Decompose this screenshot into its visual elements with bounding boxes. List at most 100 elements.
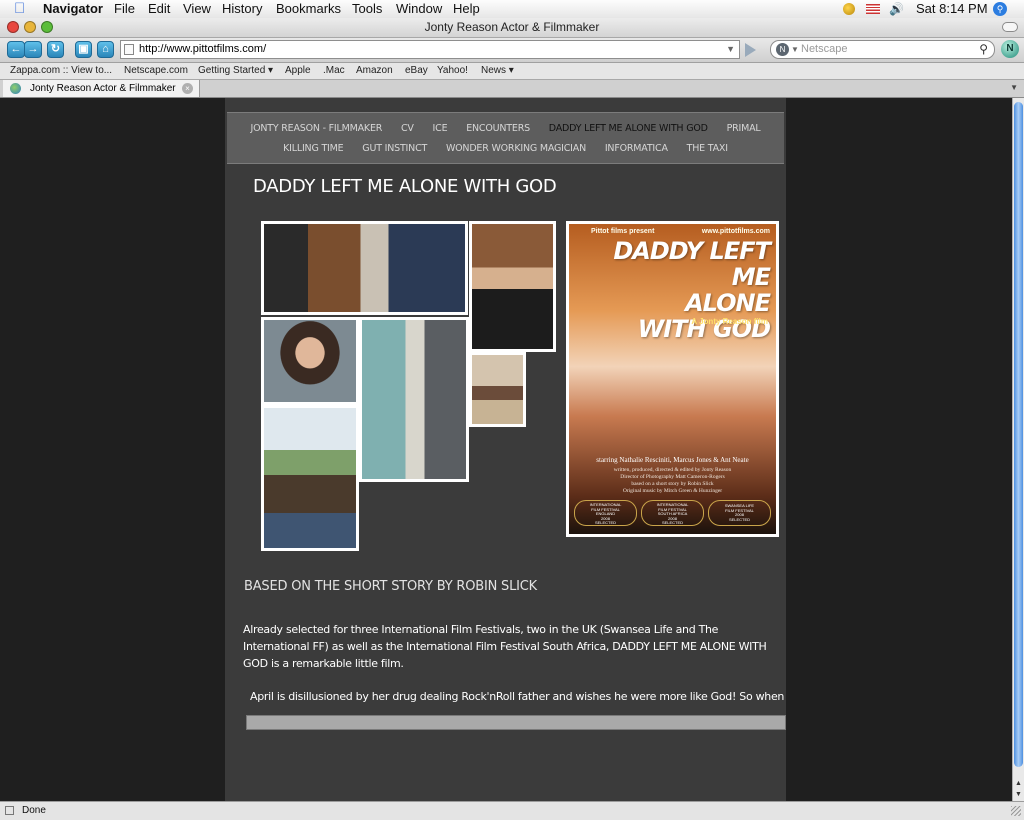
back-icon[interactable]: ← <box>7 41 25 58</box>
poster-title: DADDY LEFT ME ALONE WITH GOD <box>569 237 771 342</box>
search-engine-dropdown-icon[interactable]: ▼ <box>791 41 799 58</box>
poster-credit-line: written, produced, directed & edited by … <box>613 467 732 473</box>
film-poster: Pittot films present www.pittotfilms.com… <box>566 221 779 537</box>
nav-link[interactable]: CV <box>401 123 414 134</box>
nav-link[interactable]: JONTY REASON - FILMMAKER <box>250 123 382 134</box>
festival-laurel: SWANSEA LIFE FILM FESTIVAL 2008 SELECTED <box>708 500 771 526</box>
poster-credit-line: Original music by Mitch Green & Hunzinge… <box>622 488 723 494</box>
reload-icon[interactable]: ↻ <box>47 41 64 58</box>
bookmark-item[interactable]: News ▾ <box>481 63 514 79</box>
tab-bar: Jonty Reason Actor & Filmmaker × ▼ <box>0 80 1024 98</box>
still-photo <box>261 317 359 405</box>
tab-list-icon[interactable]: ▼ <box>1010 83 1018 92</box>
scroll-down-arrow-icon[interactable]: ▼ <box>1015 791 1022 798</box>
poster-url: www.pittotfilms.com <box>701 228 770 235</box>
still-photo <box>261 221 468 315</box>
festival-laurel: INTERNATIONAL FILM FESTIVAL SOUTH AFRICA 20… <box>641 500 704 526</box>
status-bar: Done <box>0 801 1024 820</box>
netscape-throbber-icon[interactable]: N <box>1001 40 1019 58</box>
app-menu[interactable]: Navigator <box>43 0 103 18</box>
scrolling-synopsis: April is disillusioned by her drug deali… <box>250 690 786 703</box>
still-photo <box>261 405 359 551</box>
status-indicator-icon[interactable] <box>843 3 855 15</box>
menu-view[interactable]: View <box>183 0 211 18</box>
nav-link[interactable]: INFORMATICA <box>605 143 668 154</box>
scroll-up-arrow-icon[interactable]: ▲ <box>1015 780 1022 787</box>
site-nav-row: JONTY REASON - FILMMAKER CV ICE ENCOUNTE… <box>227 123 784 134</box>
security-icon[interactable] <box>5 806 14 815</box>
search-engine-icon[interactable]: N <box>776 43 789 56</box>
menu-bookmarks[interactable]: Bookmarks <box>276 0 341 18</box>
nav-link[interactable]: ENCOUNTERS <box>466 123 530 134</box>
bookmark-item[interactable]: Yahoo! <box>437 63 468 79</box>
bookmark-item[interactable]: Zappa.com :: View to... <box>10 63 112 79</box>
url-text: http://www.pittotfilms.com/ <box>139 43 267 55</box>
tab-close-icon[interactable]: × <box>182 83 193 94</box>
search-magnifier-icon[interactable]: ⚲ <box>979 41 988 57</box>
page-title: DADDY LEFT ME ALONE WITH GOD <box>253 176 557 197</box>
nav-link[interactable]: KILLING TIME <box>283 143 344 154</box>
window-titlebar: Jonty Reason Actor & Filmmaker <box>0 18 1024 38</box>
bookmark-item[interactable]: Netscape.com <box>124 63 188 79</box>
search-field[interactable]: N ▼ Netscape ⚲ <box>770 40 995 59</box>
url-bar[interactable]: http://www.pittotfilms.com/ ▼ <box>120 40 740 59</box>
nav-link[interactable]: WONDER WORKING MAGICIAN <box>446 143 586 154</box>
volume-icon[interactable]: 🔊 <box>889 0 904 18</box>
tab-label: Jonty Reason Actor & Filmmaker <box>30 83 176 94</box>
web-content: JONTY REASON - FILMMAKER CV ICE ENCOUNTE… <box>0 98 1012 801</box>
search-placeholder: Netscape <box>801 43 848 55</box>
menu-tools[interactable]: Tools <box>352 0 382 18</box>
poster-title-line: ALONE <box>685 289 771 317</box>
site-nav-row: KILLING TIME GUT INSTINCT WONDER WORKING… <box>227 143 784 154</box>
page-icon <box>124 44 134 55</box>
resize-grip-icon[interactable] <box>1011 806 1021 816</box>
menubar-clock[interactable]: Sat 8:14 PM <box>916 0 988 18</box>
go-icon[interactable] <box>745 43 756 57</box>
poster-title-line: DADDY LEFT ME <box>613 237 771 291</box>
poster-presenter: Pittot films present <box>591 228 655 235</box>
festival-laurel: INTERNATIONAL FILM FESTIVAL ENGLAND 2008 SEL… <box>574 500 637 526</box>
apple-menu-icon[interactable]:  <box>14 0 25 18</box>
poster-credit-line: Director of Photography Matt Cameron-Rog… <box>620 474 725 480</box>
bookmark-item[interactable]: eBay <box>405 63 428 79</box>
horizontal-scrollbar[interactable] <box>246 715 786 730</box>
bookmark-item[interactable]: Amazon <box>356 63 393 79</box>
nav-link[interactable]: PRIMAL <box>727 123 761 134</box>
poster-credit-line: based on a short story by Robin Slick <box>631 481 714 487</box>
status-text: Done <box>22 805 46 816</box>
menu-file[interactable]: File <box>114 0 135 18</box>
nav-link[interactable]: ICE <box>433 123 448 134</box>
scrollbar-thumb[interactable] <box>1014 102 1023 767</box>
nav-link-active[interactable]: DADDY LEFT ME ALONE WITH GOD <box>549 123 708 134</box>
spotlight-icon[interactable]: ⚲ <box>993 2 1007 16</box>
nav-link[interactable]: GUT INSTINCT <box>362 143 427 154</box>
window-title: Jonty Reason Actor & Filmmaker <box>424 20 600 34</box>
synopsis-paragraph: Already selected for three International… <box>243 623 767 670</box>
system-menubar:  Navigator File Edit View History Bookm… <box>0 0 1024 19</box>
site-nav: JONTY REASON - FILMMAKER CV ICE ENCOUNTE… <box>227 112 784 164</box>
browser-toolbar: ← → ↻ ▣ ⌂ http://www.pittotfilms.com/ ▼ … <box>0 38 1024 63</box>
nav-link[interactable]: THE TAXI <box>687 143 728 154</box>
url-dropdown-icon[interactable]: ▼ <box>726 41 735 58</box>
menu-edit[interactable]: Edit <box>148 0 170 18</box>
menu-help[interactable]: Help <box>453 0 480 18</box>
still-photo <box>469 221 556 352</box>
menu-window[interactable]: Window <box>396 0 442 18</box>
bookmark-item[interactable]: Getting Started ▾ <box>198 63 273 79</box>
site-page: JONTY REASON - FILMMAKER CV ICE ENCOUNTE… <box>225 98 786 801</box>
vertical-scrollbar[interactable]: ▲ ▼ <box>1012 98 1024 801</box>
poster-tagline: A Jonty Reason film <box>691 317 768 326</box>
menu-history[interactable]: History <box>222 0 262 18</box>
still-photo <box>359 317 469 482</box>
toolbar-toggle-icon[interactable] <box>1002 22 1018 32</box>
bookmark-item[interactable]: .Mac <box>323 63 345 79</box>
forward-icon[interactable]: → <box>24 41 42 58</box>
tab-active[interactable]: Jonty Reason Actor & Filmmaker × <box>3 80 200 97</box>
flag-us-icon[interactable] <box>866 4 880 14</box>
home-icon[interactable]: ⌂ <box>97 41 114 58</box>
stop-icon[interactable]: ▣ <box>75 41 92 58</box>
poster-credits: written, produced, directed & edited by … <box>569 467 776 495</box>
bookmark-item[interactable]: Apple <box>285 63 311 79</box>
poster-starring: starring Nathalie Resciniti, Marcus Jone… <box>596 456 749 464</box>
section-subheading: BASED ON THE SHORT STORY BY ROBIN SLICK <box>244 579 537 594</box>
